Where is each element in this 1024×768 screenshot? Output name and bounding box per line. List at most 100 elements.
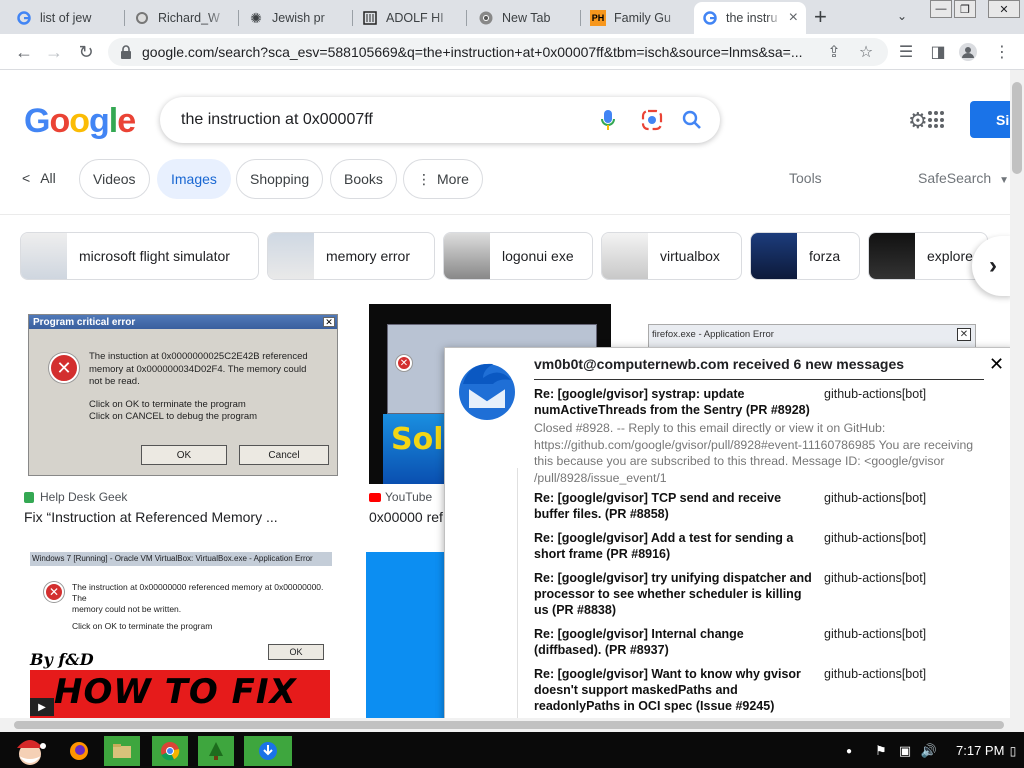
header-divider: [0, 214, 1010, 215]
error-icon: ✕: [44, 582, 64, 602]
image-result[interactable]: firefox.exe - Application Error ✕: [640, 304, 985, 350]
result-image[interactable]: Windows 7 [Running] - Oracle VM VirtualB…: [24, 548, 334, 718]
notification-header: vm0b0t@computernewb.com received 6 new m…: [534, 356, 984, 380]
message-sender: github-actions[bot]: [824, 531, 927, 545]
related-label: memory error: [326, 248, 411, 264]
related-search-chip[interactable]: memory error: [267, 232, 435, 280]
document-icon: [362, 10, 378, 26]
related-search-chip[interactable]: microsoft flight simulator: [20, 232, 259, 280]
profile-avatar-icon[interactable]: [958, 42, 978, 62]
safesearch-button[interactable]: SafeSearch ▼: [918, 170, 1009, 186]
tab-3[interactable]: ✺ Jewish pr: [240, 2, 350, 34]
youtube-icon: [369, 492, 381, 502]
close-icon[interactable]: ✕: [989, 354, 1004, 375]
error-dialog-image: Program critical error ✕ ✕ The instuction…: [28, 314, 338, 476]
forward-icon[interactable]: →: [42, 40, 66, 64]
image-result[interactable]: [366, 552, 446, 718]
close-tab-icon[interactable]: ×: [789, 9, 798, 27]
restore-icon[interactable]: ❐: [954, 0, 976, 18]
vertical-scroll-thumb[interactable]: [1012, 82, 1022, 174]
tools-button[interactable]: Tools: [789, 170, 822, 186]
image-result[interactable]: Windows 7 [Running] - Oracle VM VirtualB…: [24, 548, 342, 718]
tab-separator: [124, 10, 125, 26]
tab-separator: [466, 10, 467, 26]
message-subject: Re: [google/gvisor] Internal change (dif…: [534, 627, 744, 657]
dialog-title: firefox.exe - Application Error: [652, 329, 774, 340]
close-window-icon[interactable]: ✕: [988, 0, 1020, 18]
settings-gear-icon[interactable]: ⚙: [908, 108, 928, 134]
browser-toolbar: ← → ↻ google.com/search?sca_esv=58810566…: [0, 34, 1024, 70]
show-desktop-icon[interactable]: ▯: [1006, 736, 1020, 766]
related-thumbnail: [444, 233, 490, 279]
bookmark-star-icon[interactable]: ☆: [856, 42, 876, 62]
related-search-chip[interactable]: explore: [868, 232, 988, 280]
related-thumbnail: [268, 233, 314, 279]
related-label: logonui exe: [502, 248, 574, 264]
apps-grid-icon[interactable]: [928, 111, 946, 129]
thunderbird-icon: [459, 363, 515, 420]
filter-more[interactable]: ⋮ More: [403, 159, 483, 199]
mail-notification-popup[interactable]: vm0b0t@computernewb.com received 6 new m…: [444, 347, 1014, 723]
new-tab-button[interactable]: +: [814, 4, 827, 30]
minimize-icon[interactable]: —: [930, 0, 952, 18]
search-icon[interactable]: [680, 108, 704, 132]
dialog-text: The instruction at 0x00000000 referenced…: [72, 582, 324, 603]
tab-active[interactable]: the instru ×: [694, 2, 806, 34]
back-icon[interactable]: ←: [12, 40, 36, 64]
howto-text: HOW TO FIX: [54, 672, 297, 712]
volume-icon[interactable]: 🔊: [920, 736, 938, 766]
kebab-menu-icon[interactable]: ⋮: [992, 42, 1012, 62]
tab-1[interactable]: list of jew: [8, 2, 120, 34]
microphone-icon[interactable]: [596, 108, 620, 132]
reload-icon[interactable]: ↻: [74, 40, 98, 64]
dialog-text: The instuction at 0x0000000025C2E42B ref…: [89, 351, 308, 362]
network-icon[interactable]: ▣: [896, 736, 914, 766]
tab-4[interactable]: ADOLF HI: [354, 2, 464, 34]
error-icon: ✕: [396, 355, 412, 371]
dialog-text: not be read.: [89, 376, 140, 387]
firefox-icon[interactable]: [66, 736, 92, 766]
chrome-taskbar-icon[interactable]: [152, 736, 188, 766]
taskbar-clock[interactable]: 7:17 PM: [956, 743, 1004, 758]
start-button-santa-icon[interactable]: [4, 736, 56, 766]
flag-icon[interactable]: ⚑: [872, 736, 890, 766]
filter-images[interactable]: Images: [157, 159, 231, 199]
all-filter-link[interactable]: < All: [22, 170, 56, 186]
related-label: forza: [809, 248, 841, 264]
message-sender: github-actions[bot]: [824, 571, 927, 585]
address-bar[interactable]: google.com/search?sca_esv=588105669&q=th…: [108, 38, 888, 66]
reading-list-icon[interactable]: ☰: [896, 42, 916, 62]
filter-shopping[interactable]: Shopping: [236, 159, 324, 199]
filter-videos[interactable]: Videos: [79, 159, 150, 199]
downloads-icon[interactable]: [244, 736, 292, 766]
dialog-titlebar: Windows 7 [Running] - Oracle VM VirtualB…: [30, 552, 332, 566]
related-thumbnail: [21, 233, 67, 279]
tab-5[interactable]: New Tab: [470, 2, 578, 34]
google-logo[interactable]: Google: [24, 102, 136, 141]
message-subject: Re: [google/gvisor] Want to know why gvi…: [534, 667, 801, 713]
lens-icon[interactable]: [640, 108, 664, 132]
dialog-ok-button: OK: [268, 644, 324, 660]
tree-app-icon[interactable]: [198, 736, 234, 766]
result-image[interactable]: firefox.exe - Application Error ✕: [640, 304, 982, 350]
filter-books[interactable]: Books: [330, 159, 397, 199]
dialog-text: Click on OK to terminate the program: [89, 398, 246, 410]
tab-search-icon[interactable]: ⌄: [897, 9, 907, 23]
horizontal-scroll-thumb[interactable]: [14, 721, 1004, 729]
search-input[interactable]: the instruction at 0x00007ff: [160, 97, 720, 143]
share-icon[interactable]: ⇪: [824, 42, 844, 62]
result-title[interactable]: Fix “Instruction at Referenced Memory ..…: [24, 509, 342, 525]
result-image[interactable]: Program critical error ✕ ✕ The instuction…: [24, 310, 342, 480]
side-panel-icon[interactable]: ◨: [928, 42, 948, 62]
related-search-chip[interactable]: virtualbox: [601, 232, 742, 280]
dialog-ok-button: OK: [141, 445, 227, 465]
file-manager-icon[interactable]: [104, 736, 140, 766]
image-result[interactable]: Program critical error ✕ ✕ The instuction…: [24, 310, 342, 525]
related-search-chip[interactable]: forza: [750, 232, 860, 280]
related-search-chip[interactable]: logonui exe: [443, 232, 593, 280]
google-icon: [702, 10, 718, 26]
tab-2[interactable]: Richard_W: [126, 2, 236, 34]
tab-6[interactable]: PH Family Gu: [582, 2, 692, 34]
dialog-text: memory at 0x000000034D02F4. The memory c…: [89, 363, 307, 375]
safesearch-label: SafeSearch: [918, 170, 992, 186]
